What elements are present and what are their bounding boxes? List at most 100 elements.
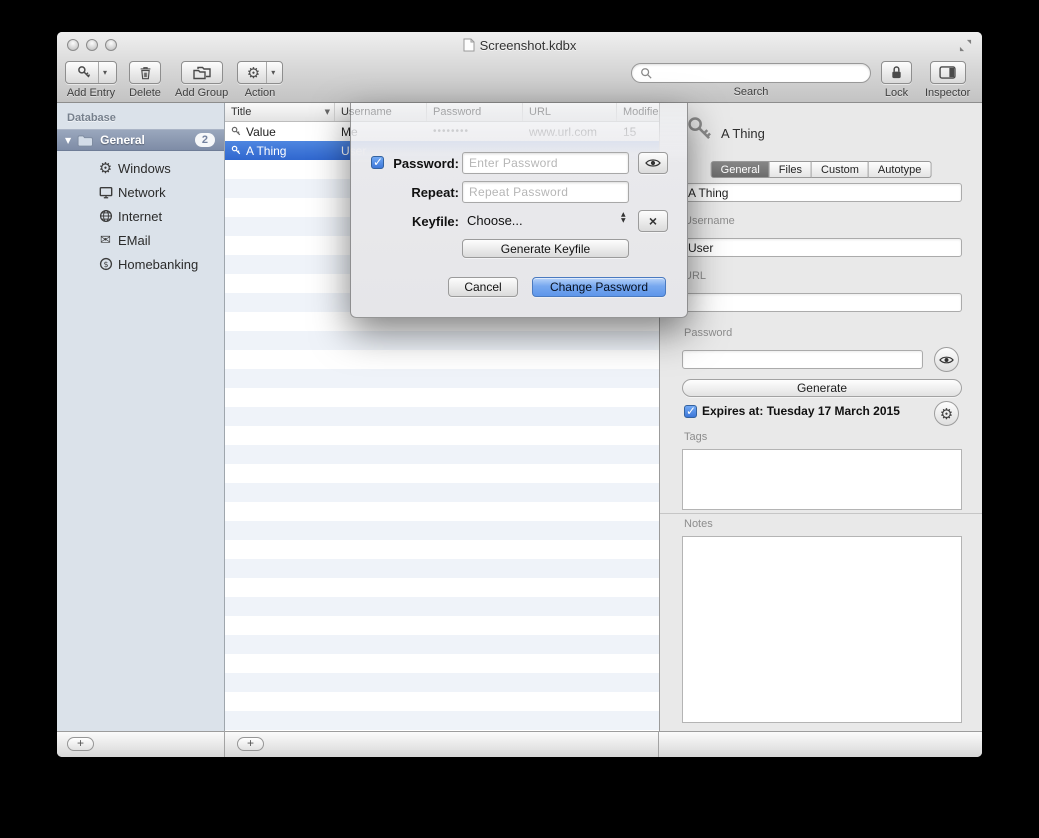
repeat-input[interactable]: [462, 181, 629, 203]
gear-icon: [241, 62, 266, 83]
password-label: Password: [684, 327, 732, 339]
zoom-button[interactable]: [105, 39, 117, 51]
minimize-button[interactable]: [86, 39, 98, 51]
entry-title: A Thing: [246, 144, 286, 158]
key-icon: [71, 62, 98, 83]
sidebar-section-header: Database: [67, 112, 116, 124]
column-header-title[interactable]: Title: [225, 103, 335, 121]
keyfile-popup[interactable]: Choose...: [467, 213, 523, 228]
notes-label: Notes: [684, 518, 713, 530]
add-group-label: Add Group: [175, 87, 228, 99]
eye-icon: [939, 355, 954, 365]
folder-icon: [77, 134, 94, 147]
traffic-lights: [67, 39, 117, 51]
title-field[interactable]: [682, 183, 962, 202]
inspector-panel-icon: [933, 62, 962, 83]
toolbar: Add Entry Delete Add Group: [57, 58, 982, 103]
reveal-password-button[interactable]: [638, 152, 668, 174]
change-password-button[interactable]: Change Password: [532, 277, 666, 297]
action-label: Action: [245, 87, 276, 99]
key-icon: [231, 145, 242, 156]
close-icon: [649, 213, 657, 229]
tags-label: Tags: [684, 431, 707, 443]
sidebar-item-network[interactable]: Network: [57, 180, 224, 204]
envelope-icon: [98, 233, 113, 248]
gear-icon: [940, 405, 953, 423]
tab-autotype[interactable]: Autotype: [869, 161, 931, 178]
tags-field[interactable]: [682, 449, 962, 510]
expires-row: Expires at: Tuesday 17 March 2015: [684, 404, 900, 418]
add-entry-button[interactable]: [65, 61, 117, 84]
window-title: Screenshot.kdbx: [480, 38, 577, 53]
add-group-button[interactable]: [181, 61, 223, 84]
search-field[interactable]: [631, 63, 871, 83]
reveal-password-button[interactable]: [934, 347, 959, 372]
generate-keyfile-button[interactable]: Generate Keyfile: [462, 239, 629, 258]
pane-divider: [224, 731, 225, 757]
chevron-down-icon[interactable]: [99, 62, 111, 83]
footer-bar: [57, 731, 982, 757]
cancel-button[interactable]: Cancel: [448, 277, 518, 297]
document-icon[interactable]: [463, 38, 475, 52]
search-icon: [640, 67, 652, 79]
search-input[interactable]: [657, 66, 862, 80]
pane-divider: [658, 731, 659, 757]
tab-custom[interactable]: Custom: [812, 161, 869, 178]
add-entry-label: Add Entry: [67, 87, 115, 99]
expires-settings-button[interactable]: [934, 401, 959, 426]
action-button[interactable]: [237, 61, 283, 84]
stepper-icon[interactable]: [621, 212, 626, 224]
lock-button[interactable]: [881, 61, 912, 84]
disclosure-triangle-icon[interactable]: [65, 136, 71, 145]
lock-icon: [884, 62, 909, 83]
inspector-panel: A Thing General Files Custom Autotype Us…: [659, 103, 982, 731]
expires-checkbox[interactable]: [684, 405, 697, 418]
password-input[interactable]: [462, 152, 629, 174]
password-label: Password:: [387, 156, 459, 171]
change-password-sheet: Password: Repeat: Keyfile: Choose... Gen…: [350, 103, 688, 318]
password-checkbox[interactable]: [371, 156, 384, 169]
lock-label: Lock: [885, 87, 908, 99]
key-icon: [686, 115, 714, 143]
add-group-footer-button[interactable]: +: [67, 737, 94, 751]
window-header: Screenshot.kdbx Add Entry: [57, 32, 982, 103]
globe-icon: [98, 209, 113, 224]
repeat-label: Repeat:: [387, 185, 459, 200]
gear-icon: [98, 161, 113, 176]
app-window: Screenshot.kdbx Add Entry: [57, 32, 982, 757]
dollar-icon: $: [98, 257, 113, 272]
generate-password-button[interactable]: Generate: [682, 379, 962, 397]
sidebar-group-general[interactable]: General 2: [57, 129, 224, 151]
sidebar-item-homebanking[interactable]: $ Homebanking: [57, 252, 224, 276]
inspector-label: Inspector: [925, 87, 970, 99]
delete-button[interactable]: [129, 61, 161, 84]
fullscreen-icon[interactable]: [959, 39, 972, 52]
notes-field[interactable]: [682, 536, 962, 723]
eye-icon: [645, 158, 661, 168]
sidebar-item-windows[interactable]: Windows: [57, 156, 224, 180]
password-field[interactable]: [682, 350, 923, 369]
inspector-divider: [660, 513, 982, 514]
sidebar-item-internet[interactable]: Internet: [57, 204, 224, 228]
inspector-button[interactable]: [930, 61, 966, 84]
username-field[interactable]: [682, 238, 962, 257]
username-label: Username: [684, 215, 735, 227]
key-icon: [231, 126, 242, 137]
inspector-entry-title: A Thing: [721, 126, 765, 141]
titlebar[interactable]: Screenshot.kdbx: [57, 32, 982, 58]
keyfile-label: Keyfile:: [387, 214, 459, 229]
search-label: Search: [734, 86, 769, 98]
entry-count-badge: 2: [195, 133, 215, 147]
tab-files[interactable]: Files: [770, 161, 812, 178]
tab-general[interactable]: General: [711, 161, 770, 178]
clear-keyfile-button[interactable]: [638, 210, 668, 232]
url-field[interactable]: [682, 293, 962, 312]
chevron-down-icon[interactable]: [267, 62, 279, 83]
monitor-icon: [98, 185, 113, 200]
close-button[interactable]: [67, 39, 79, 51]
sidebar-item-email[interactable]: EMail: [57, 228, 224, 252]
delete-label: Delete: [129, 87, 161, 99]
svg-text:$: $: [103, 260, 108, 269]
add-entry-footer-button[interactable]: +: [237, 737, 264, 751]
folders-icon: [186, 62, 218, 83]
